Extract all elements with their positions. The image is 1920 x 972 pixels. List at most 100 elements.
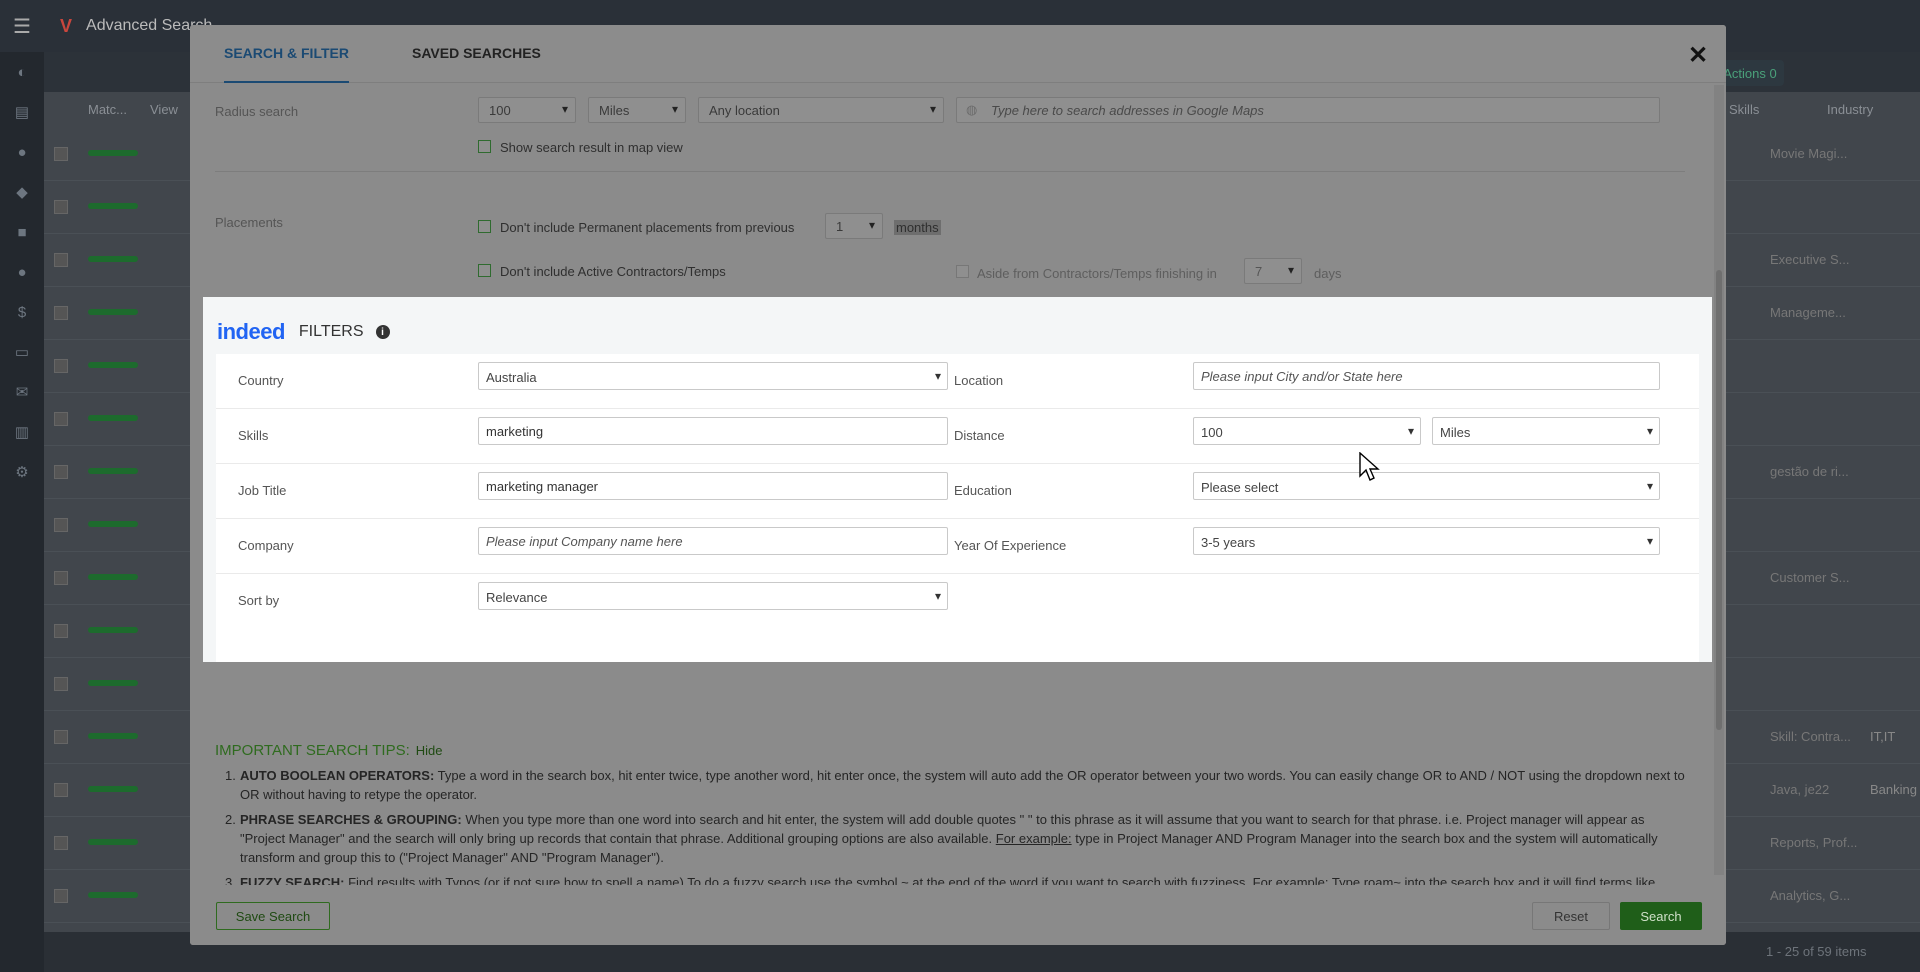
sort-by-select[interactable]: Relevance [478,582,948,610]
row-checkbox[interactable] [54,730,68,744]
mail-icon[interactable]: ✉ [0,372,44,412]
row-checkbox[interactable] [54,677,68,691]
filter-row: Sort by Relevance [216,574,1699,629]
row-checkbox[interactable] [54,200,68,214]
actions-label: Actions [1723,65,1766,81]
document-icon[interactable]: ▤ [0,92,44,132]
dashboard-icon[interactable]: ◐ [0,52,44,92]
search-button[interactable]: Search [1620,902,1702,930]
indeed-filters-form: Country Australia Location Please input … [216,354,1699,662]
reset-button[interactable]: Reset [1532,902,1610,930]
job-title-label: Job Title [238,483,287,498]
hamburger-menu-icon[interactable]: ☰ [0,0,44,52]
active-contractors-label: Don't include Active Contractors/Temps [500,264,726,279]
google-maps-input[interactable]: Type here to search addresses in Google … [956,97,1660,123]
match-bar [88,892,138,898]
country-select[interactable]: Australia [478,362,948,390]
skills-cell: Reports, Prof... [1770,835,1858,850]
skills-cell: Movie Magi... [1770,146,1848,161]
modal-scrollbar[interactable] [1714,85,1724,875]
aside-contractors-checkbox[interactable] [956,265,969,278]
gear-icon[interactable]: ⚙ [0,452,44,492]
tab-saved-searches[interactable]: SAVED SEARCHES [412,45,541,61]
actions-count-badge: 0 [1769,65,1777,81]
radius-distance-select[interactable]: 100 [478,97,576,123]
skills-input[interactable]: marketing [478,417,948,445]
row-checkbox[interactable] [54,783,68,797]
left-nav: ◐ ▤ ● ◆ ■ ● $ ▭ ✉ ▥ ⚙ [0,52,44,972]
row-checkbox[interactable] [54,571,68,585]
match-bar [88,574,138,580]
industry-cell: IT,IT [1870,729,1896,744]
chart-icon[interactable]: ▥ [0,412,44,452]
column-header-match: Matc... [88,102,128,117]
distance-unit-select[interactable]: Miles [1432,417,1660,445]
company-label: Company [238,538,294,553]
person-icon[interactable]: ● [0,132,44,172]
money-icon[interactable]: ▭ [0,332,44,372]
map-view-label: Show search result in map view [500,140,683,155]
skills-cell: Java, je22 [1770,782,1830,797]
actions-button[interactable]: Actions 0 [1716,60,1784,86]
company-input[interactable]: Please input Company name here [478,527,948,555]
aside-contractors-label: Aside from Contractors/Temps finishing i… [977,266,1217,281]
row-checkbox[interactable] [54,836,68,850]
active-contractors-checkbox[interactable] [478,264,491,277]
match-bar [88,680,138,686]
row-checkbox[interactable] [54,359,68,373]
contact-icon[interactable]: ● [0,252,44,292]
match-bar [88,203,138,209]
divider [215,171,1685,172]
match-bar [88,309,138,315]
briefcase-icon[interactable]: ■ [0,212,44,252]
row-checkbox[interactable] [54,624,68,638]
permanent-months-select[interactable]: 1 [825,213,883,239]
dollar-icon[interactable]: $ [0,292,44,332]
location-input[interactable]: Please input City and/or State here [1193,362,1660,390]
row-checkbox[interactable] [54,889,68,903]
modal-tabs: SEARCH & FILTER SAVED SEARCHES ✕ [190,25,1726,83]
distance-select[interactable]: 100 [1193,417,1421,445]
row-checkbox[interactable] [54,518,68,532]
tab-search-filter[interactable]: SEARCH & FILTER [224,45,349,83]
days-label: days [1314,266,1342,281]
experience-select[interactable]: 3-5 years [1193,527,1660,555]
tip-heading: AUTO BOOLEAN OPERATORS: [240,768,435,783]
scrollbar-thumb[interactable] [1716,270,1722,730]
column-header-view: View [150,102,178,117]
row-checkbox[interactable] [54,306,68,320]
mouse-cursor-icon [1359,452,1380,481]
skills-cell: Customer S... [1770,570,1850,585]
diamond-icon[interactable]: ◆ [0,172,44,212]
info-icon[interactable]: i [375,325,390,339]
row-checkbox[interactable] [54,147,68,161]
skills-cell: gestão de ri... [1770,464,1849,479]
permanent-placements-checkbox[interactable] [478,220,491,233]
pager-range: 1 - 25 of 59 items [1766,944,1867,959]
education-select[interactable]: Please select [1193,472,1660,500]
match-bar [88,839,138,845]
education-label: Education [954,483,1012,498]
indeed-filters-panel: indeed FILTERS i Country Australia Locat… [203,297,1712,662]
experience-label: Year Of Experience [954,538,1067,553]
tip-number: 1. [225,768,236,783]
match-bar [88,150,138,156]
job-title-input[interactable]: marketing manager [478,472,948,500]
skills-cell: Skill: Contra... [1770,729,1851,744]
industry-cell: Banking [1870,782,1917,797]
map-view-checkbox[interactable] [478,140,491,153]
tip-number: 2. [225,812,236,827]
save-search-button[interactable]: Save Search [216,902,330,930]
row-checkbox[interactable] [54,412,68,426]
tips-title: IMPORTANT SEARCH TIPS: Hide [215,741,1685,760]
aside-days-select[interactable]: 7 [1244,258,1302,284]
row-checkbox[interactable] [54,465,68,479]
tip-text: Type a word in the search box, hit enter… [240,768,1685,802]
radius-location-select[interactable]: Any location [698,97,944,123]
row-checkbox[interactable] [54,253,68,267]
close-icon[interactable]: ✕ [1688,41,1708,70]
hide-tips-link[interactable]: Hide [416,743,443,758]
radius-unit-select[interactable]: Miles [588,97,686,123]
filter-row: Skills marketing Distance 100 Miles [216,409,1699,464]
tip-item: 1. AUTO BOOLEAN OPERATORS: Type a word in… [215,766,1685,804]
